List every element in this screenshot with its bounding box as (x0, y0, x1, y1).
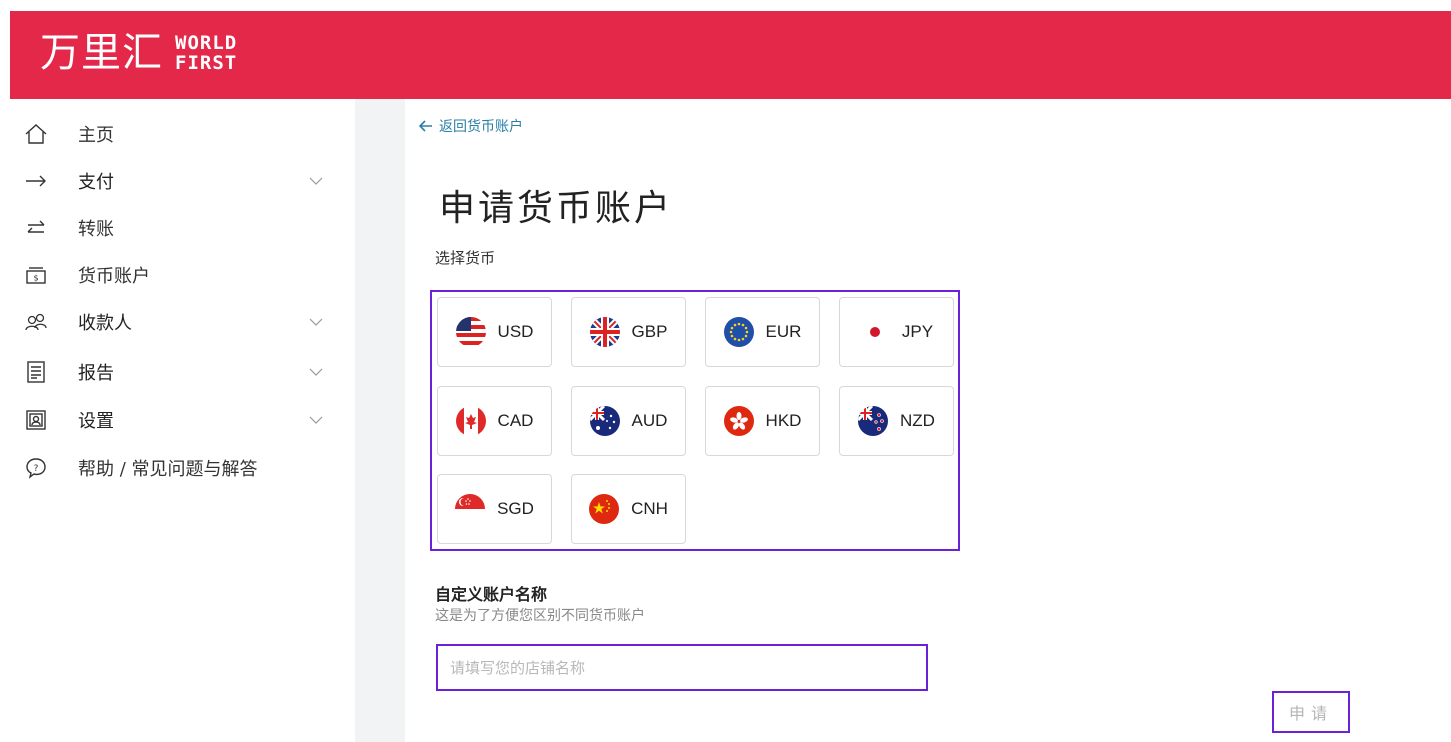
sidebar-nav: 主页 支付 转账 $ 货币账户 收款人 报告 设置 ? 帮助 / 常见问题与解答 (10, 99, 355, 742)
currency-option-cad[interactable]: CAD (437, 386, 552, 456)
currency-option-eur[interactable]: EUR (705, 297, 820, 367)
hongkong-flag-icon (723, 406, 754, 436)
currency-option-jpy[interactable]: JPY (839, 297, 954, 367)
svg-text:$: $ (33, 274, 38, 283)
eu-flag-icon (723, 317, 754, 347)
top-header: 万里汇 WORLD FIRST (10, 11, 1451, 99)
us-flag-icon (455, 317, 486, 347)
brand-name-en: WORLD FIRST (175, 33, 237, 73)
brand-name-en-line2: FIRST (175, 52, 238, 74)
uk-flag-icon (589, 317, 620, 347)
china-flag-icon (589, 494, 620, 524)
newzealand-flag-icon (858, 406, 889, 436)
currency-option-sgd[interactable]: SGD (437, 474, 552, 544)
currency-code: HKD (765, 411, 802, 430)
currency-code: EUR (765, 322, 802, 341)
sidebar-item-label: 收款人 (78, 313, 132, 334)
japan-flag-icon (859, 317, 890, 347)
currency-code: JPY (901, 322, 934, 341)
brand-name-en-line1: WORLD (175, 32, 238, 54)
back-link-label: 返回货币账户 (439, 119, 523, 135)
help-icon: ? (23, 455, 49, 481)
brand-logo[interactable]: 万里汇 WORLD FIRST (40, 25, 237, 81)
sidebar-item-help[interactable]: ? 帮助 / 常见问题与解答 (10, 448, 355, 488)
back-to-currency-accounts-link[interactable]: 返回货币账户 (418, 116, 523, 136)
sidebar-item-label: 主页 (78, 125, 114, 146)
currency-option-usd[interactable]: USD (437, 297, 552, 367)
svg-text:?: ? (34, 464, 39, 474)
account-name-hint: 这是为了方便您区别不同货币账户 (435, 608, 645, 624)
sidebar-item-currency-accounts[interactable]: $ 货币账户 (10, 255, 355, 295)
sidebar-item-label: 货币账户 (78, 266, 150, 287)
brand-name-cn: 万里汇 (40, 30, 163, 76)
currency-section-label: 选择货币 (435, 249, 496, 267)
sidebar-item-transfer[interactable]: 转账 (10, 208, 355, 248)
page-title: 申请货币账户 (439, 188, 674, 229)
chevron-down-icon[interactable] (308, 364, 324, 380)
apply-button[interactable]: 申请 (1272, 691, 1350, 733)
chevron-down-icon[interactable] (308, 314, 324, 330)
currency-option-nzd[interactable]: NZD (839, 386, 954, 456)
currency-option-aud[interactable]: AUD (571, 386, 686, 456)
arrow-right-icon (23, 168, 49, 194)
currency-option-gbp[interactable]: GBP (571, 297, 686, 367)
singapore-flag-icon (455, 494, 486, 524)
currency-code: AUD (631, 411, 668, 430)
arrow-left-icon (418, 117, 433, 136)
content-gutter (355, 99, 405, 742)
sidebar-item-label: 设置 (78, 411, 114, 432)
currency-option-hkd[interactable]: HKD (705, 386, 820, 456)
currency-code: CNH (631, 499, 668, 518)
currency-code: SGD (497, 499, 534, 518)
document-icon (23, 359, 49, 385)
page: 万里汇 WORLD FIRST 主页 支付 转账 $ 货币账户 收款人 报告 设… (0, 0, 1451, 742)
sidebar-item-label: 帮助 / 常见问题与解答 (78, 459, 258, 480)
sidebar-item-reports[interactable]: 报告 (10, 352, 355, 392)
settings-icon (23, 407, 49, 433)
currency-code: GBP (631, 322, 668, 341)
currency-selector: USD GBP EUR JPY CAD AUD HKD NZD SGD CNH (430, 290, 960, 551)
sidebar-item-home[interactable]: 主页 (10, 114, 355, 154)
currency-option-cnh[interactable]: CNH (571, 474, 686, 544)
home-icon (23, 121, 49, 147)
sidebar-item-label: 支付 (78, 172, 114, 193)
users-icon (23, 309, 49, 335)
sidebar-item-label: 转账 (78, 219, 114, 240)
account-name-label: 自定义账户名称 (435, 585, 548, 604)
main-content: 返回货币账户 申请货币账户 选择货币 USD GBP EUR JPY CAD A… (405, 99, 1451, 742)
sidebar-item-label: 报告 (78, 363, 114, 384)
currency-code: NZD (900, 411, 935, 430)
wallet-icon: $ (23, 262, 49, 288)
account-name-input[interactable] (436, 644, 928, 691)
australia-flag-icon (589, 406, 620, 436)
currency-code: USD (497, 322, 534, 341)
currency-code: CAD (497, 411, 534, 430)
chevron-down-icon[interactable] (308, 412, 324, 428)
sidebar-item-payments[interactable]: 支付 (10, 161, 355, 201)
sidebar-item-settings[interactable]: 设置 (10, 400, 355, 440)
chevron-down-icon[interactable] (308, 173, 324, 189)
sidebar-item-payees[interactable]: 收款人 (10, 302, 355, 342)
canada-flag-icon (455, 406, 486, 436)
transfer-arrows-icon (23, 215, 49, 241)
